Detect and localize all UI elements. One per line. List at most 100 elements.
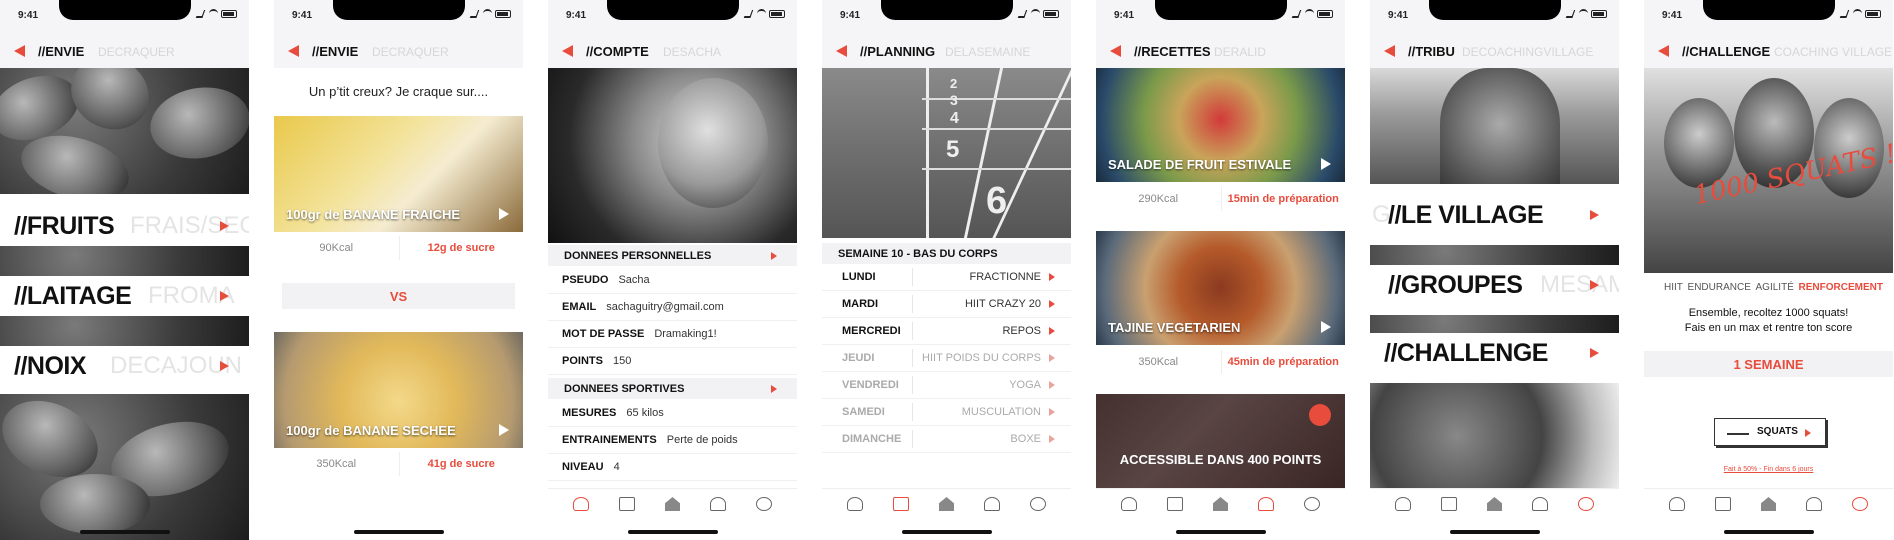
planning-row-friday[interactable]: VENDREDI YOGA: [822, 372, 1071, 399]
chef-hat-icon[interactable]: [1806, 497, 1822, 511]
locked-recipe-card[interactable]: ACCESSIBLE DANS 400 POINTS: [1096, 394, 1345, 488]
chevron-right-icon[interactable]: [771, 384, 777, 393]
chevron-right-icon[interactable]: [220, 221, 229, 231]
planning-row-wednesday[interactable]: MERCREDI REPOS: [822, 318, 1071, 345]
dried-banana-photo[interactable]: 100gr de BANANE SECHEE: [274, 332, 523, 448]
section-sport-data[interactable]: Donnees sportives: [548, 378, 797, 399]
home-icon[interactable]: [1487, 497, 1502, 511]
fruit-salad-photo[interactable]: SALADE DE FRUIT ESTIVALE: [1096, 68, 1345, 182]
category-laitage[interactable]: //LAITAGE FROMA: [0, 276, 249, 316]
group-icon[interactable]: [756, 497, 772, 511]
squats-button[interactable]: SQUATS: [1714, 418, 1826, 446]
field-pseudo[interactable]: PSEUDO Sacha: [548, 267, 797, 294]
field-niveau[interactable]: NIVEAU 4: [548, 454, 797, 481]
chef-hat-icon[interactable]: [1532, 497, 1548, 511]
chevron-right-icon[interactable]: [1049, 300, 1055, 308]
calendar-icon[interactable]: [619, 497, 635, 511]
chef-hat-icon[interactable]: [984, 497, 1000, 511]
chevron-right-icon[interactable]: [771, 251, 777, 260]
home-indicator: [627, 530, 718, 534]
lane-number: 3: [950, 92, 958, 108]
home-icon[interactable]: [939, 497, 954, 511]
sugar-value: 12g de sucre: [398, 236, 524, 260]
planning-row-monday[interactable]: LUNDI FRACTIONNE: [822, 264, 1071, 291]
field-value[interactable]: 4: [614, 461, 620, 473]
group-icon[interactable]: [1852, 497, 1868, 511]
tribu-item-village[interactable]: G //LE VILLAGE: [1370, 195, 1619, 235]
prep-time: 15min de préparation: [1220, 187, 1346, 211]
chevron-right-icon[interactable]: [1049, 408, 1055, 416]
chevron-right-icon[interactable]: [1590, 210, 1599, 220]
chevron-right-icon[interactable]: [1049, 273, 1055, 281]
field-value[interactable]: 65 kilos: [626, 407, 663, 419]
profile-icon[interactable]: [847, 497, 863, 511]
chevron-right-icon[interactable]: [220, 361, 229, 371]
fresh-banana-photo[interactable]: 100gr de BANANE FRAICHE: [274, 116, 523, 232]
field-email[interactable]: EMAIL sachaguitry@gmail.com: [548, 294, 797, 321]
calendar-icon[interactable]: [1715, 497, 1731, 511]
tab-renforcement[interactable]: RENFORCEMENT: [1799, 282, 1883, 293]
calendar-icon[interactable]: [1167, 497, 1183, 511]
chevron-right-icon[interactable]: [1590, 280, 1599, 290]
tab-agilite[interactable]: AGILITÉ: [1756, 282, 1794, 293]
category-noix[interactable]: //NOIX DECAJOUN: [0, 346, 249, 386]
chef-hat-icon[interactable]: [1258, 497, 1274, 511]
chevron-right-icon[interactable]: [1049, 381, 1055, 389]
back-arrow-icon[interactable]: [1658, 45, 1669, 57]
field-value[interactable]: Dramaking1!: [654, 328, 716, 340]
back-arrow-icon[interactable]: [1110, 45, 1121, 57]
chevron-right-icon[interactable]: [1049, 354, 1055, 362]
profile-icon[interactable]: [1395, 497, 1411, 511]
category-title: //LAITAGE: [14, 281, 132, 310]
back-arrow-icon[interactable]: [562, 45, 573, 57]
tajine-photo[interactable]: TAJINE VEGETARIEN: [1096, 231, 1345, 345]
back-arrow-icon[interactable]: [288, 45, 299, 57]
kcal-value: 350Kcal: [316, 458, 357, 470]
page-title: //RECETTES: [1134, 44, 1211, 59]
section-personal-data[interactable]: DONNEES PERSONNELLES: [548, 245, 797, 266]
field-password[interactable]: MOT DE PASSE Dramaking1!: [548, 321, 797, 348]
tab-endurance[interactable]: ENDURANCE: [1688, 282, 1751, 293]
chevron-right-icon[interactable]: [1049, 435, 1055, 443]
field-entrainements[interactable]: ENTRAINEMENTS Perte de poids: [548, 427, 797, 454]
tab-hiit[interactable]: HIIT: [1664, 282, 1683, 293]
back-arrow-icon[interactable]: [836, 45, 847, 57]
status-time: 9:41: [840, 10, 861, 21]
chevron-right-icon[interactable]: [1049, 327, 1055, 335]
planning-row-tuesday[interactable]: MARDI HIIT CRAZY 20: [822, 291, 1071, 318]
field-value[interactable]: Perte de poids: [667, 434, 738, 446]
chevron-right-icon[interactable]: [220, 291, 229, 301]
planning-row-thursday[interactable]: JEUDI HIIT POIDS DU CORPS: [822, 345, 1071, 372]
tribu-item-groupes[interactable]: //GROUPES MESAM: [1370, 265, 1619, 305]
calendar-icon[interactable]: [893, 497, 909, 511]
back-arrow-icon[interactable]: [14, 45, 25, 57]
profile-icon[interactable]: [1669, 497, 1685, 511]
profile-photo: [548, 68, 797, 243]
play-icon[interactable]: [1321, 158, 1331, 170]
group-icon[interactable]: [1030, 497, 1046, 511]
field-value[interactable]: sachaguitry@gmail.com: [606, 301, 724, 313]
field-label: PSEUDO: [562, 274, 609, 286]
profile-icon[interactable]: [1121, 497, 1137, 511]
home-icon[interactable]: [1761, 497, 1776, 511]
page-title-ghost: DECOACHINGVILLAGE: [1462, 45, 1594, 59]
field-value[interactable]: Sacha: [618, 274, 649, 286]
play-icon[interactable]: [499, 208, 509, 220]
chef-hat-icon[interactable]: [710, 497, 726, 511]
category-fruits[interactable]: //FRUITS FRAIS/SEC: [0, 206, 249, 246]
play-icon[interactable]: [499, 424, 509, 436]
tribu-item-challenge[interactable]: //CHALLENGE: [1370, 333, 1619, 373]
calendar-icon[interactable]: [1441, 497, 1457, 511]
profile-icon[interactable]: [573, 497, 589, 511]
planning-row-saturday[interactable]: SAMEDI MUSCULATION: [822, 399, 1071, 426]
home-icon[interactable]: [1213, 497, 1228, 511]
planning-row-sunday[interactable]: DIMANCHE BOXE: [822, 426, 1071, 453]
home-icon[interactable]: [665, 497, 680, 511]
chevron-right-icon[interactable]: [1590, 348, 1599, 358]
field-mesures[interactable]: MESURES 65 kilos: [548, 400, 797, 427]
play-icon[interactable]: [1321, 321, 1331, 333]
group-icon[interactable]: [1304, 497, 1320, 511]
group-icon[interactable]: [1578, 497, 1594, 511]
weights-photo: [1370, 383, 1619, 489]
back-arrow-icon[interactable]: [1384, 45, 1395, 57]
